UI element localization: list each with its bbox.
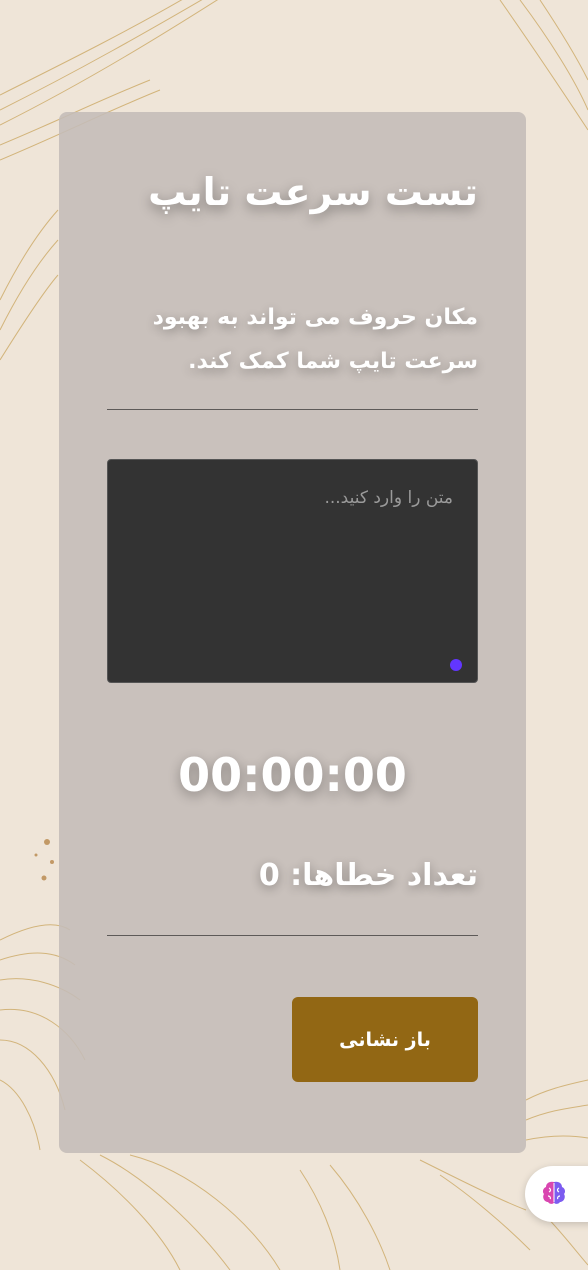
page-title: تست سرعت تایپ [148,170,478,214]
reset-button[interactable]: باز نشانی [292,997,478,1082]
subtitle-text: مکان حروف می تواند به بهبود سرعت تایپ شم… [152,305,478,374]
assistant-fab-button[interactable] [525,1166,588,1222]
brain-icon [542,1181,566,1204]
error-count: تعداد خطاها: 0 [258,858,478,893]
typing-test-card: تست سرعت تایپ مکان حروف می تواند به بهبو… [59,112,526,1153]
timer-display: 00:00:00 [178,748,407,802]
resize-handle-icon[interactable] [450,659,462,671]
divider-bottom [107,935,478,936]
typing-input[interactable] [107,459,478,683]
divider-top [107,409,478,410]
